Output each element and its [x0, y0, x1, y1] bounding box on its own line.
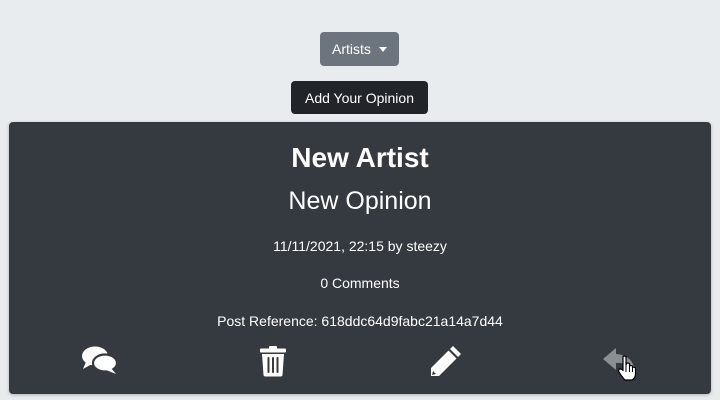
post-card: New Artist New Opinion 11/11/2021, 22:15…	[9, 122, 711, 394]
artists-dropdown-label: Artists	[332, 41, 371, 57]
post-reference: Post Reference: 618ddc64d9fabc21a14a7d44	[217, 313, 503, 329]
opinion-subtitle: New Opinion	[288, 187, 432, 215]
caret-down-icon	[378, 47, 387, 52]
add-opinion-button[interactable]: Add Your Opinion	[291, 81, 428, 114]
post-date-author: 11/11/2021, 22:15 by steezy	[273, 238, 447, 254]
view-comments-button[interactable]	[80, 341, 120, 381]
comments-icon	[82, 346, 119, 374]
trash-icon	[260, 346, 286, 377]
back-button[interactable]	[599, 341, 639, 381]
pencil-icon	[431, 346, 461, 376]
page: Artists Add Your Opinion New Artist New …	[0, 0, 720, 400]
artist-title: New Artist	[291, 142, 429, 173]
edit-post-button[interactable]	[426, 341, 466, 381]
delete-post-button[interactable]	[253, 341, 293, 381]
reply-icon	[603, 348, 635, 372]
comment-count: 0 Comments	[320, 275, 400, 291]
artists-dropdown-button[interactable]: Artists	[320, 32, 399, 66]
